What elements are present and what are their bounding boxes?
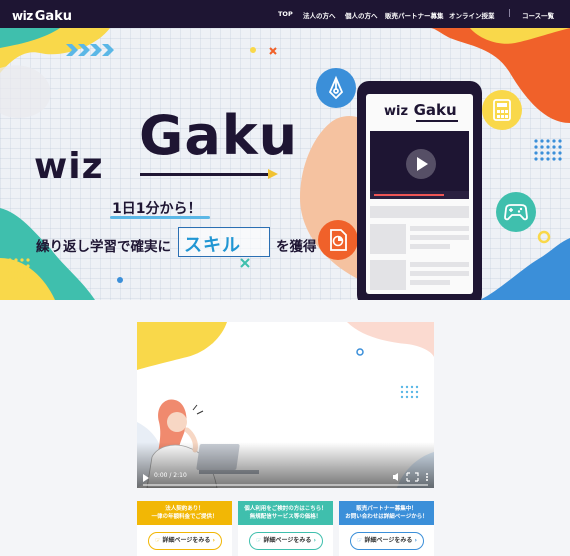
placeholder-line <box>410 271 469 276</box>
button-label: 詳細ページをみる <box>263 537 312 544</box>
more-options-icon[interactable] <box>426 473 428 481</box>
phone-video-controls[interactable] <box>370 191 469 199</box>
placeholder-thumb <box>370 260 406 290</box>
pencil-tip <box>268 169 278 179</box>
tagline-underline <box>110 216 210 219</box>
phone-logo-underline <box>416 120 458 122</box>
header-logo[interactable]: wiz Gaku <box>12 5 72 24</box>
hand-pointer-icon: ☞ <box>357 537 363 544</box>
video-illustration <box>137 322 434 488</box>
placeholder-line <box>410 226 469 231</box>
hero-tagline-1: 1日1分から！ <box>112 201 202 217</box>
button-label: 詳細ページをみる <box>364 537 413 544</box>
tagline-2-highlight: スキル <box>184 235 241 256</box>
corporate-details-button[interactable]: ☞ 詳細ページをみる › <box>148 532 222 550</box>
cta-card-partner: 販売パートナー募集中！ お問い合わせは詳細ページから！ ☞ 詳細ページをみる › <box>339 501 434 556</box>
nav-divider <box>509 9 510 17</box>
cta-card-heading: 個人利用をご検討の方はこちら！ 無規配信サービス等の価格！ <box>238 501 333 525</box>
chevron-right-icon: › <box>212 537 215 544</box>
nav-corporate[interactable]: 法人の方へ <box>303 10 336 20</box>
cta-card-heading: 法人契約あり！ 一律の年額料金でご提供！ <box>137 501 232 525</box>
chevron-right-icon: › <box>313 537 316 544</box>
phone-video-player[interactable] <box>370 131 469 199</box>
pencil-underline <box>140 173 270 176</box>
placeholder-bar <box>370 206 469 218</box>
top-header: wiz Gaku TOP 法人の方へ 個人の方へ 販売パートナー募集 オンライン授… <box>0 0 570 28</box>
placeholder-thumb <box>370 224 406 254</box>
tagline-2-post: を獲得 <box>276 239 317 255</box>
nav-partner[interactable]: 販売パートナー募集 <box>385 10 444 20</box>
phone-logo: wiz Gaku <box>384 101 457 119</box>
partner-details-button[interactable]: ☞ 詳細ページをみる › <box>350 532 424 550</box>
nav-top[interactable]: TOP <box>278 10 293 18</box>
cta-card-individual: 個人利用をご検討の方はこちら！ 無規配信サービス等の価格！ ☞ 詳細ページをみる… <box>238 501 333 556</box>
hand-pointer-icon: ☞ <box>155 537 161 544</box>
nav-individual[interactable]: 個人の方へ <box>345 10 378 20</box>
video-play-icon[interactable] <box>143 474 149 482</box>
intro-video-player[interactable]: 0:00 / 2:10 <box>137 322 434 488</box>
video-time: 0:00 / 2:10 <box>154 472 187 479</box>
phone-progress-bar[interactable] <box>374 194 444 196</box>
calculator-icon <box>482 90 522 130</box>
cta-card-heading: 販売パートナー募集中！ お問い合わせは詳細ページから！ <box>339 501 434 525</box>
hero-section: wiz Gaku 1日1分から！ 繰り返し学習で確実に スキル を獲得 wiz … <box>0 28 570 300</box>
tagline-2-pre: 繰り返し学習で確実に <box>36 239 171 255</box>
cta-card-corporate: 法人契約あり！ 一律の年額料金でご提供！ ☞ 詳細ページをみる › <box>137 501 232 556</box>
video-controls-right <box>393 472 428 482</box>
phone-screen: wiz Gaku <box>366 94 473 294</box>
placeholder-line <box>410 244 450 249</box>
video-progress-bar[interactable] <box>143 484 428 486</box>
chevron-right-icon: › <box>414 537 417 544</box>
smartphone-mockup: wiz Gaku <box>357 81 482 300</box>
fullscreen-icon[interactable] <box>406 472 419 482</box>
play-icon[interactable] <box>406 149 436 179</box>
placeholder-line <box>410 262 469 267</box>
design-tool-icon <box>316 68 356 108</box>
individual-details-button[interactable]: ☞ 詳細ページをみる › <box>249 532 323 550</box>
placeholder-line <box>410 235 469 240</box>
pie-chart-document-icon <box>318 220 358 260</box>
nav-online-class[interactable]: オンライン授業 <box>449 10 495 20</box>
placeholder-line <box>410 280 450 285</box>
gamepad-icon <box>496 192 536 232</box>
nav-course-list[interactable]: コース一覧 <box>522 10 554 20</box>
hand-pointer-icon: ☞ <box>256 537 262 544</box>
volume-icon[interactable] <box>393 473 398 481</box>
button-label: 詳細ページをみる <box>162 537 211 544</box>
